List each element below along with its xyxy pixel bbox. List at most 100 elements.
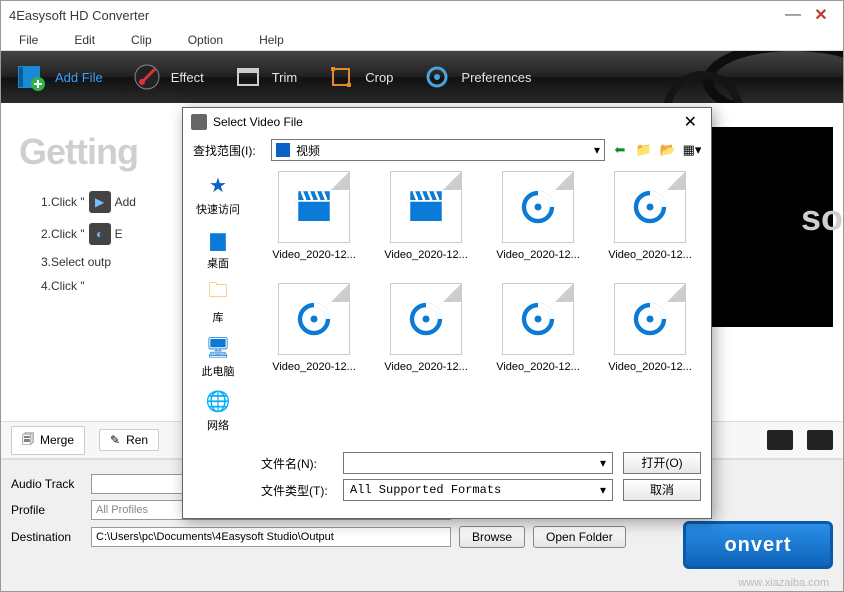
add-file-label: Add File [55, 70, 103, 85]
chevron-down-icon: ▾ [594, 143, 600, 157]
place-network[interactable]: 🌐 网络 [202, 387, 234, 433]
close-button[interactable]: ✕ [807, 5, 835, 25]
place-this-pc[interactable]: 🖥 此电脑 [202, 333, 235, 379]
file-item[interactable]: Video_2020-12... [483, 171, 593, 281]
convert-button[interactable]: onvert [683, 521, 833, 569]
new-folder-icon[interactable]: 📂 [659, 141, 677, 159]
step-2-suffix: E [115, 227, 123, 241]
pc-icon: 🖥 [202, 333, 234, 361]
lookin-label: 查找范围(I): [193, 142, 265, 159]
step-1-text: 1.Click " [41, 195, 85, 209]
menubar: File Edit Clip Option Help [1, 29, 843, 51]
destination-label: Destination [11, 530, 83, 544]
file-thumbnail [614, 171, 686, 243]
file-list: Video_2020-12... Video_2020-12... Video_20… [253, 165, 711, 439]
place-library[interactable]: 🗀 库 [202, 279, 234, 325]
crop-icon [325, 61, 357, 93]
file-item[interactable]: Video_2020-12... [595, 283, 705, 393]
file-name: Video_2020-12... [272, 249, 356, 261]
file-name: Video_2020-12... [608, 249, 692, 261]
merge-icon: 🗐 [22, 430, 34, 451]
file-item[interactable]: Video_2020-12... [595, 171, 705, 281]
chevron-down-icon: ▾ [600, 456, 606, 470]
audio-track-label: Audio Track [11, 477, 83, 491]
up-folder-icon[interactable]: 📁 [635, 141, 653, 159]
step-2-text: 2.Click " [41, 227, 85, 241]
menu-option[interactable]: Option [170, 33, 241, 47]
destination-input[interactable] [91, 527, 451, 547]
rename-icon: ✎ [110, 433, 120, 447]
place-quick-access[interactable]: ★ 快速访问 [196, 171, 240, 217]
menu-file[interactable]: File [1, 33, 56, 47]
place-label: 此电脑 [202, 363, 235, 379]
brand-fragment: soft [801, 197, 844, 239]
crop-button[interactable]: Crop [325, 61, 393, 93]
filename-combo[interactable]: ▾ [343, 452, 613, 474]
open-button[interactable]: 打开(O) [623, 452, 701, 474]
crop-label: Crop [365, 70, 393, 85]
lookin-combo[interactable]: 视频 ▾ [271, 139, 605, 161]
convert-label: onvert [724, 534, 791, 557]
filetype-value: All Supported Formats [350, 483, 501, 497]
file-name: Video_2020-12... [272, 361, 356, 373]
folder-icon [276, 143, 290, 157]
add-file-icon: ▶ [89, 191, 111, 213]
menu-edit[interactable]: Edit [56, 33, 113, 47]
preferences-button[interactable]: Preferences [421, 61, 531, 93]
place-label: 快速访问 [196, 201, 240, 217]
file-name: Video_2020-12... [608, 361, 692, 373]
file-thumbnail [278, 171, 350, 243]
file-item[interactable]: Video_2020-12... [483, 283, 593, 393]
desktop-icon: ▆ [202, 225, 234, 253]
view-menu-icon[interactable]: ▦▾ [683, 141, 701, 159]
watermark-text: www.xiazaiba.com [739, 577, 829, 589]
effect-label: Effect [171, 70, 204, 85]
step-3-text: 3.Select outp [41, 255, 111, 269]
network-icon: 🌐 [202, 387, 234, 415]
place-desktop[interactable]: ▆ 桌面 [202, 225, 234, 271]
merge-button[interactable]: 🗐 Merge [11, 426, 85, 455]
file-item[interactable]: Video_2020-12... [259, 171, 369, 281]
trim-icon [232, 61, 264, 93]
place-label: 库 [213, 309, 224, 325]
window-title: 4Easysoft HD Converter [9, 8, 149, 23]
minimize-button[interactable]: — [779, 6, 807, 24]
open-folder-button[interactable]: Open Folder [533, 526, 626, 548]
dialog-icon [191, 114, 207, 130]
toolbar: Add File Effect Trim Crop Preferences [1, 51, 843, 103]
menu-clip[interactable]: Clip [113, 33, 170, 47]
effect-icon: ◐ [89, 223, 111, 245]
file-item[interactable]: Video_2020-12... [259, 283, 369, 393]
effect-button[interactable]: Effect [131, 61, 204, 93]
places-bar: ★ 快速访问 ▆ 桌面 🗀 库 🖥 此电脑 🌐 网络 [183, 165, 253, 439]
file-name: Video_2020-12... [384, 361, 468, 373]
trim-label: Trim [272, 70, 298, 85]
filetype-combo[interactable]: All Supported Formats ▾ [343, 479, 613, 501]
trim-button[interactable]: Trim [232, 61, 298, 93]
dialog-close-button[interactable]: ✕ [678, 112, 703, 132]
place-label: 桌面 [207, 255, 229, 271]
star-icon: ★ [202, 171, 234, 199]
effect-icon [131, 61, 163, 93]
back-icon[interactable]: ⬅ [611, 141, 629, 159]
file-dialog: Select Video File ✕ 查找范围(I): 视频 ▾ ⬅ 📁 📂 … [182, 107, 712, 519]
filetype-label: 文件类型(T): [261, 482, 333, 499]
preferences-label: Preferences [461, 70, 531, 85]
add-file-button[interactable]: Add File [15, 61, 103, 93]
browse-button[interactable]: Browse [459, 526, 525, 548]
file-name: Video_2020-12... [496, 249, 580, 261]
menu-help[interactable]: Help [241, 33, 302, 47]
file-item[interactable]: Video_2020-12... [371, 283, 481, 393]
file-name: Video_2020-12... [496, 361, 580, 373]
snapshot-button[interactable] [807, 430, 833, 450]
dialog-title: Select Video File [213, 115, 303, 129]
file-item[interactable]: Video_2020-12... [371, 171, 481, 281]
file-thumbnail [278, 283, 350, 355]
rename-button[interactable]: ✎ Ren [99, 429, 159, 451]
preview-control-1[interactable] [767, 430, 793, 450]
profile-label: Profile [11, 503, 83, 517]
cancel-button[interactable]: 取消 [623, 479, 701, 501]
file-thumbnail [614, 283, 686, 355]
titlebar: 4Easysoft HD Converter — ✕ [1, 1, 843, 29]
merge-label: Merge [40, 433, 74, 447]
